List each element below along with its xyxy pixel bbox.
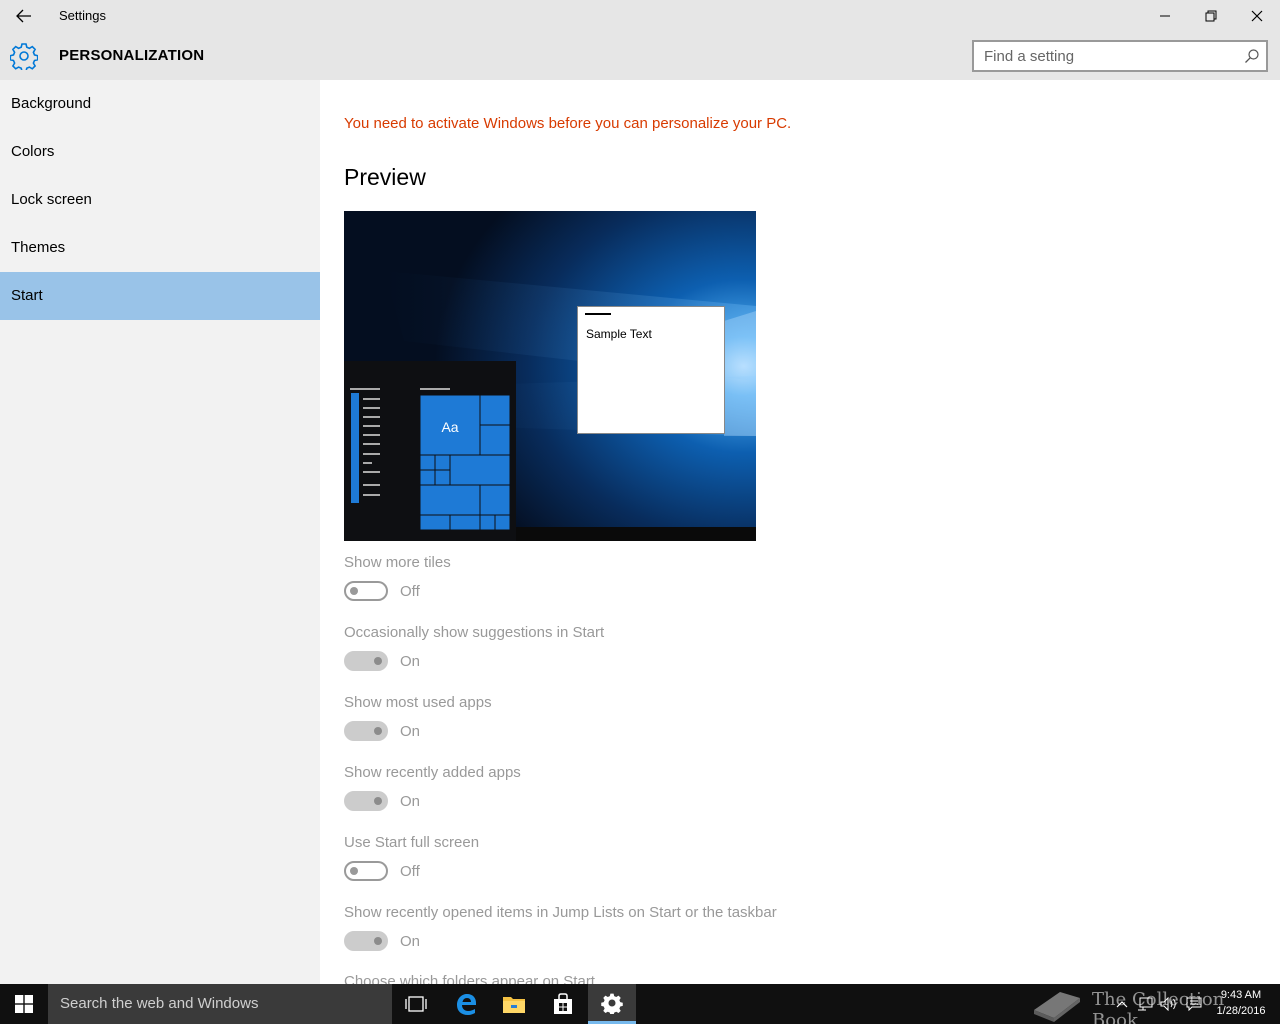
volume-button[interactable]	[1158, 984, 1180, 1024]
chevron-up-icon	[1116, 1001, 1128, 1008]
store-button[interactable]	[539, 984, 587, 1024]
taskbar: Search the web and Windows The Collectio…	[0, 984, 1280, 1024]
preview-start-tiles	[350, 388, 511, 531]
file-explorer-icon	[503, 997, 525, 1013]
action-center-icon	[1186, 997, 1202, 1011]
windows-logo-icon	[15, 995, 33, 1013]
task-view-button[interactable]	[392, 984, 440, 1024]
close-button[interactable]	[1234, 0, 1280, 32]
activation-warning: You need to activate Windows before you …	[344, 115, 792, 132]
preview-sample-window: Sample Text	[577, 306, 725, 434]
back-arrow-icon	[16, 9, 31, 23]
close-icon	[1251, 10, 1263, 22]
sidebar: Background Colors Lock screen Themes Sta…	[0, 80, 320, 984]
choose-folders-link[interactable]: Choose which folders appear on Start	[344, 973, 595, 984]
search-box[interactable]	[972, 40, 1268, 72]
settings-icon	[601, 993, 623, 1014]
setting-label-recently-added-apps: Show recently added apps	[344, 764, 521, 781]
preview-image: Aa Sample Text	[344, 211, 756, 541]
toggle-recently-added-apps[interactable]	[344, 791, 388, 811]
setting-label-suggestions: Occasionally show suggestions in Start	[344, 624, 605, 641]
toggle-state-jump-lists: On	[400, 933, 421, 950]
title-bar: Settings	[0, 0, 1280, 32]
book-icon	[1034, 992, 1080, 1022]
toggle-knob	[350, 867, 358, 875]
sidebar-item-colors[interactable]: Colors	[0, 128, 320, 176]
setting-label-full-screen: Use Start full screen	[344, 834, 480, 851]
toggle-full-screen[interactable]	[344, 861, 388, 881]
window-title: Settings	[59, 8, 106, 23]
restore-icon	[1205, 10, 1217, 22]
preview-tile-text: Aa	[441, 419, 459, 435]
clock-time: 9:43 AM	[1220, 989, 1262, 1001]
toggle-state-recently-added-apps: On	[400, 793, 421, 810]
store-icon	[554, 993, 572, 1014]
toggle-show-more-tiles[interactable]	[344, 581, 388, 601]
network-button[interactable]	[1134, 984, 1156, 1024]
gear-icon	[10, 43, 38, 70]
toggle-suggestions[interactable]	[344, 651, 388, 671]
preview-window-titlebar-line	[585, 313, 611, 315]
preview-heading: Preview	[344, 164, 426, 190]
back-button[interactable]	[0, 0, 48, 32]
toggle-state-full-screen: Off	[400, 863, 420, 880]
minimize-icon	[1160, 15, 1170, 17]
toggle-state-suggestions: On	[400, 653, 421, 670]
toggle-knob	[374, 797, 382, 805]
toggle-jump-lists[interactable]	[344, 931, 388, 951]
toggle-most-used-apps[interactable]	[344, 721, 388, 741]
sidebar-item-lock-screen[interactable]: Lock screen	[0, 176, 320, 224]
toggle-state-most-used-apps: On	[400, 723, 421, 740]
taskbar-search[interactable]: Search the web and Windows	[48, 984, 392, 1024]
toggle-knob	[374, 727, 382, 735]
edge-icon	[457, 994, 476, 1015]
page-title: PERSONALIZATION	[59, 47, 205, 64]
restore-button[interactable]	[1188, 0, 1234, 32]
search-input[interactable]	[974, 42, 1234, 70]
toggle-knob	[350, 587, 358, 595]
search-icon[interactable]	[1244, 48, 1260, 64]
toggle-state-show-more-tiles: Off	[400, 583, 420, 600]
file-explorer-button[interactable]	[490, 984, 538, 1024]
show-hidden-icons-button[interactable]	[1112, 984, 1132, 1024]
setting-label-most-used-apps: Show most used apps	[344, 694, 492, 711]
settings-taskbar-button[interactable]	[588, 984, 636, 1024]
edge-button[interactable]	[442, 984, 490, 1024]
clock-date: 1/28/2016	[1216, 1005, 1266, 1017]
setting-label-show-more-tiles: Show more tiles	[344, 554, 451, 571]
network-icon	[1138, 997, 1153, 1011]
minimize-button[interactable]	[1142, 0, 1188, 32]
sidebar-item-themes[interactable]: Themes	[0, 224, 320, 272]
toggle-knob	[374, 937, 382, 945]
header: PERSONALIZATION	[0, 32, 1280, 80]
main-content: You need to activate Windows before you …	[320, 80, 1280, 984]
action-center-button[interactable]	[1182, 984, 1206, 1024]
preview-sample-text: Sample Text	[586, 327, 652, 341]
task-view-icon	[405, 996, 427, 1012]
volume-icon	[1160, 997, 1176, 1011]
sidebar-item-start[interactable]: Start	[0, 272, 320, 320]
toggle-knob	[374, 657, 382, 665]
sidebar-item-background[interactable]: Background	[0, 80, 320, 128]
preview-start-menu: Aa	[344, 361, 516, 541]
start-button[interactable]	[0, 984, 48, 1024]
taskbar-clock[interactable]: 9:43 AM 1/28/2016	[1208, 987, 1274, 1019]
setting-label-jump-lists: Show recently opened items in Jump Lists…	[344, 904, 777, 921]
